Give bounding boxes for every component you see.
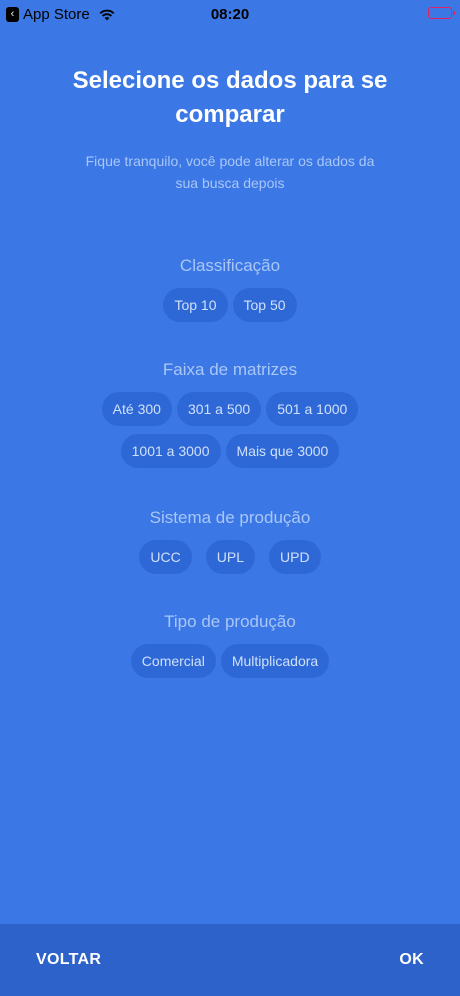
battery-icon: [428, 7, 455, 19]
chip-upd[interactable]: UPD: [269, 540, 321, 574]
chip-top-50[interactable]: Top 50: [232, 288, 297, 322]
status-bar: ‹ App Store 08:20: [0, 0, 460, 30]
page-title: Selecione os dados para se comparar: [72, 67, 388, 128]
chip-301-a-500[interactable]: 301 a 500: [176, 392, 262, 426]
voltar-button[interactable]: VOLTAR: [36, 951, 101, 969]
section-sistema-producao: Sistema de produção UCC UPL UPD: [0, 508, 460, 574]
chip-upl[interactable]: UPL: [205, 540, 255, 574]
section-title-tipo-producao: Tipo de produção: [164, 612, 296, 631]
section-tipo-producao: Tipo de produção Comercial Multiplicador…: [0, 612, 460, 678]
ok-button[interactable]: OK: [399, 951, 424, 969]
chip-mais-que-3000[interactable]: Mais que 3000: [225, 434, 340, 468]
chip-501-a-1000[interactable]: 501 a 1000: [266, 392, 359, 426]
chip-top-10[interactable]: Top 10: [163, 288, 228, 322]
page-subtitle: Fique tranquilo, você pode alterar os da…: [85, 153, 375, 191]
chip-multiplicadora[interactable]: Multiplicadora: [220, 644, 330, 678]
section-title-faixa-matrizes: Faixa de matrizes: [162, 360, 298, 379]
bottom-action-bar: VOLTAR OK: [0, 924, 460, 996]
status-clock: 08:20: [210, 6, 250, 23]
section-classificacao: Classificação Top 10 Top 50: [0, 256, 460, 322]
chip-1001-a-3000[interactable]: 1001 a 3000: [120, 434, 221, 468]
section-title-sistema-producao: Sistema de produção: [149, 508, 311, 527]
chip-comercial[interactable]: Comercial: [130, 644, 216, 678]
section-title-classificacao: Classificação: [179, 256, 281, 275]
section-faixa-matrizes: Faixa de matrizes Até 300 301 a 500 501 …: [0, 360, 460, 468]
chip-ucc[interactable]: UCC: [139, 540, 192, 574]
chip-ate-300[interactable]: Até 300: [101, 392, 172, 426]
